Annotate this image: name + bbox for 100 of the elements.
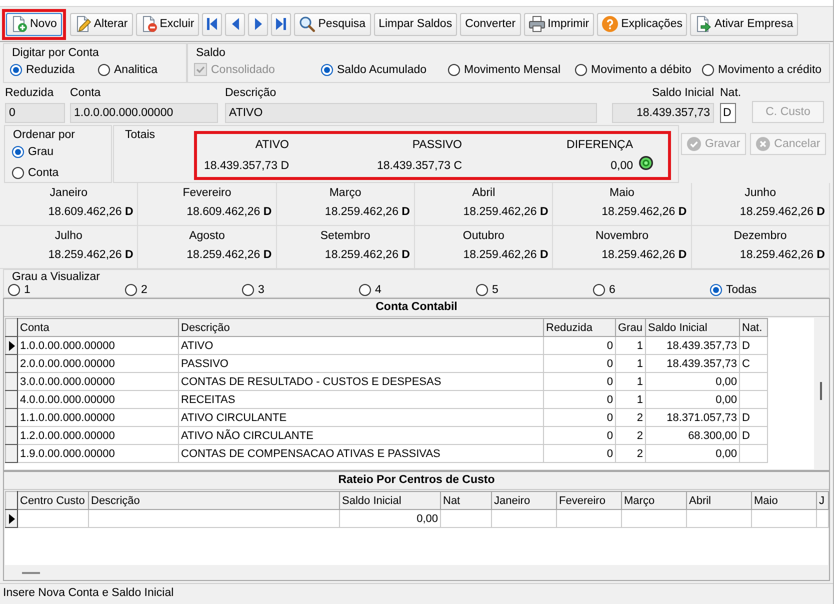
column-header: Janeiro [492, 492, 556, 510]
document-minus-icon [140, 16, 157, 32]
month-value: 18.259.462,26 D [600, 248, 687, 263]
input-field[interactable]: 0 [5, 103, 65, 123]
radio-option[interactable]: Conta [12, 163, 111, 182]
table-cell: 2 [616, 426, 646, 444]
column-header: Centro Custo [18, 492, 88, 510]
edit-button[interactable]: Alterar [70, 12, 133, 36]
total-label: DIFERENÇA [566, 138, 633, 152]
help-button[interactable]: Explicações [597, 12, 688, 36]
scrollbar-thumb[interactable] [22, 572, 40, 574]
column-header: Abril [686, 492, 752, 510]
month-value: 18.259.462,26 D [47, 248, 134, 263]
delete-button[interactable]: Excluir [136, 12, 200, 36]
total-value: 18.439.357,73 D [204, 159, 289, 173]
input-field[interactable]: 18.439.357,73 [612, 103, 714, 123]
month-value: 18.259.462,26 D [462, 205, 548, 220]
radio-option[interactable]: Movimento Mensal [448, 60, 575, 79]
month-value: 18.609.462,26 D [47, 205, 134, 220]
table-cell: 18.439.357,73 [646, 336, 740, 354]
table-cell: 0 [544, 372, 616, 390]
radio-option[interactable]: 3 [242, 283, 359, 297]
radio-option[interactable]: Reduzida [10, 60, 98, 79]
radio-option[interactable]: Movimento a débito [575, 60, 702, 79]
month-value: 18.259.462,26 D [738, 248, 825, 263]
row-header[interactable] [6, 390, 18, 408]
check-circle-icon [687, 137, 701, 151]
scrollbar[interactable] [814, 318, 828, 469]
arrow-right-icon [254, 18, 262, 30]
month-label: Março [328, 186, 362, 201]
table-cell: 0 [544, 354, 616, 372]
input-field[interactable]: 1.0.0.00.000.00000 [70, 103, 218, 123]
month-value: 18.259.462,26 D [462, 248, 548, 263]
table-cell: 0 [544, 408, 616, 426]
row-header[interactable] [6, 354, 18, 372]
printer-icon [528, 16, 545, 32]
table-cell: C [740, 354, 768, 372]
table-cell: 1 [616, 354, 646, 372]
month-value: 18.259.462,26 D [600, 205, 687, 220]
table-cell: D [740, 426, 768, 444]
panel-title: Conta Contabil [4, 299, 829, 317]
scrollbar[interactable] [5, 565, 828, 579]
table-cell: RECEITAS [178, 390, 544, 408]
help-icon [602, 16, 618, 32]
column-header: Maio [752, 492, 816, 510]
table-cell: 0 [544, 426, 616, 444]
column-header: Reduzida [544, 318, 616, 336]
month-label: Novembro [594, 229, 650, 244]
field-label: Reduzida [5, 86, 55, 100]
radio-option[interactable]: Todas [710, 283, 827, 297]
last-button[interactable] [271, 12, 292, 36]
table-cell: 1.1.0.00.000.00000 [18, 408, 178, 426]
row-header[interactable] [6, 372, 18, 390]
radio-option[interactable]: 1 [8, 283, 125, 297]
new-button[interactable]: Novo [6, 12, 62, 36]
table-cell: 0 [544, 390, 616, 408]
radio-option[interactable]: Grau [12, 142, 111, 161]
status-text: Insere Nova Conta e Saldo Inicial [3, 587, 174, 599]
field-label: Descrição [225, 86, 278, 100]
radio-option[interactable]: Movimento a crédito [702, 60, 829, 79]
print-button[interactable]: Imprimir [524, 12, 594, 36]
row-pointer-icon [9, 514, 15, 524]
search-button[interactable]: Pesquisa [294, 12, 371, 36]
input-field[interactable]: ATIVO [225, 103, 597, 123]
arrow-left-icon [232, 18, 239, 30]
month-label: Junho [744, 186, 777, 201]
field-label: Nat. [720, 86, 742, 100]
radio-option[interactable]: 5 [476, 283, 593, 297]
column-header: Descrição [178, 318, 544, 336]
row-header[interactable] [6, 426, 18, 444]
radio-option[interactable]: 6 [593, 283, 710, 297]
month-value: 18.259.462,26 D [324, 248, 410, 263]
month-value: 18.609.462,26 D [186, 205, 272, 220]
scrollbar-thumb[interactable] [820, 382, 822, 400]
column-header: Saldo Inicial [340, 492, 440, 510]
clear-button[interactable]: Limpar Saldos [374, 12, 458, 36]
radio-option[interactable]: 2 [125, 283, 242, 297]
first-button[interactable] [202, 12, 222, 36]
column-header: J [816, 492, 828, 510]
radio-option[interactable]: 4 [359, 283, 476, 297]
row-header[interactable] [6, 408, 18, 426]
table-cell: 18.439.357,73 [646, 354, 740, 372]
total-label: PASSIVO [412, 138, 462, 152]
row-header[interactable] [6, 336, 18, 354]
table-cell: 0,00 [340, 510, 440, 528]
month-label: Maio [608, 186, 636, 201]
month-label: Julho [54, 229, 84, 244]
radio-option[interactable]: Saldo Acumulado [321, 60, 448, 79]
row-header[interactable] [6, 510, 18, 528]
row-header[interactable] [6, 444, 18, 462]
input-field[interactable]: D [720, 103, 736, 123]
next-button[interactable] [248, 12, 268, 36]
table-cell: CONTAS DE RESULTADO - CUSTOS E DESPESAS [178, 372, 544, 390]
column-header: Fevereiro [556, 492, 622, 510]
document-pencil-icon [74, 16, 91, 32]
previous-button[interactable] [225, 12, 246, 36]
radio-option[interactable]: Analitica [98, 60, 186, 79]
column-header: Descrição [88, 492, 340, 510]
convert-button[interactable]: Converter [460, 12, 521, 36]
activate-button[interactable]: Ativar Empresa [690, 12, 798, 36]
